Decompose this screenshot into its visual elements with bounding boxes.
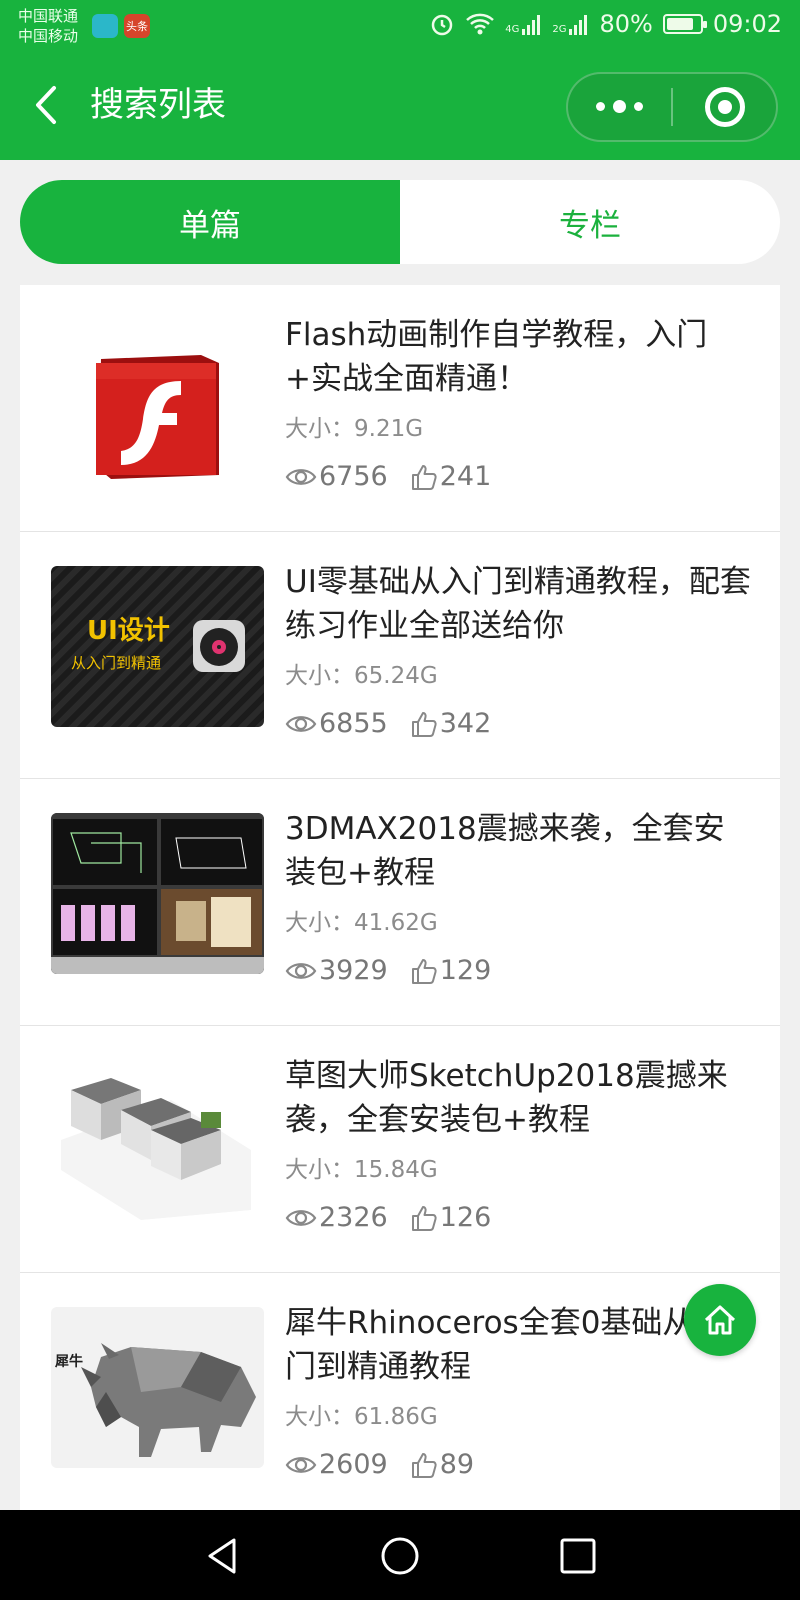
likes-stat[interactable]: 89 <box>410 1449 474 1480</box>
thumbs-up-icon <box>411 1452 437 1478</box>
home-button[interactable] <box>684 1284 756 1356</box>
carrier-1: 中国联通 <box>18 7 79 25</box>
item-stats: 6756 241 <box>285 461 513 492</box>
list-item[interactable]: Flash动画制作自学教程，入门+实战全面精通！ 大小：9.21G 6756 2… <box>20 285 780 532</box>
carrier-2: 中国移动 <box>18 27 79 45</box>
back-triangle-icon[interactable] <box>200 1532 248 1580</box>
thumbs-up-icon <box>411 1205 437 1231</box>
signal-2g-icon: 2G <box>552 13 589 35</box>
3dmax-thumbnail <box>51 813 264 974</box>
ui-design-thumbnail: UI设计 从入门到精通 <box>51 566 264 727</box>
item-stats: 3929 129 <box>285 955 513 986</box>
more-button[interactable] <box>568 74 671 140</box>
thumbs-up-icon <box>411 711 437 737</box>
eye-icon <box>285 1456 317 1473</box>
views-count: 2609 <box>319 1449 388 1480</box>
recents-square-icon[interactable] <box>554 1532 602 1580</box>
thumbs-up-icon <box>411 958 437 984</box>
system-nav-bar <box>0 1510 800 1600</box>
tab-column[interactable]: 专栏 <box>400 180 780 264</box>
rhino-illustration <box>81 1343 256 1457</box>
thumb-text-sub: 从入门到精通 <box>71 654 162 672</box>
battery-percent: 80% <box>599 10 653 38</box>
item-title: Flash动画制作自学教程，入门+实战全面精通！ <box>285 317 708 397</box>
list-item[interactable]: UI设计 从入门到精通 UI零基础从入门到精通教程，配套练习作业全部送给你 大小… <box>20 532 780 779</box>
carrier-info: 中国联通 中国移动 <box>18 6 78 46</box>
tab-single[interactable]: 单篇 <box>20 180 400 264</box>
mini-program-capsule <box>566 72 778 142</box>
likes-count: 89 <box>439 1449 475 1480</box>
views-count: 6855 <box>319 708 388 739</box>
views-count: 6756 <box>319 461 388 492</box>
search-result-list: Flash动画制作自学教程，入门+实战全面精通！ 大小：9.21G 6756 2… <box>20 285 780 1520</box>
home-circle-icon[interactable] <box>376 1532 424 1580</box>
item-size: 大小：15.84G <box>285 1157 438 1183</box>
views-stat: 2609 <box>285 1449 388 1480</box>
likes-count: 129 <box>439 955 492 986</box>
views-stat: 6855 <box>285 708 388 739</box>
eye-icon <box>285 962 317 979</box>
likes-count: 342 <box>439 708 492 739</box>
item-stats: 6855 342 <box>285 708 513 739</box>
shield-icon <box>92 14 118 38</box>
flash-thumbnail <box>51 319 264 480</box>
item-title: 草图大师SketchUp2018震撼来袭，全套安装包+教程 <box>285 1058 728 1138</box>
target-icon <box>704 87 745 127</box>
app-header: 中国联通 中国移动 头条 4G 2G 80% 09:02 搜索列表 <box>0 0 800 160</box>
eye-icon <box>285 468 317 485</box>
nav-bar: 搜索列表 <box>0 60 800 150</box>
notification-icons: 头条 <box>92 14 150 38</box>
signal-4g-icon: 4G <box>505 13 542 35</box>
battery-fill <box>666 18 693 30</box>
item-stats: 2609 89 <box>285 1449 496 1480</box>
views-stat: 3929 <box>285 955 388 986</box>
music-app-icon <box>193 620 245 672</box>
status-bar: 中国联通 中国移动 头条 4G 2G 80% 09:02 <box>0 0 800 52</box>
item-size: 大小：9.21G <box>285 416 424 442</box>
views-count: 3929 <box>319 955 388 986</box>
back-icon[interactable] <box>28 82 68 128</box>
sketchup-thumbnail <box>51 1060 264 1221</box>
news-app-icon: 头条 <box>124 14 150 38</box>
battery-icon <box>662 14 707 34</box>
views-stat: 2326 <box>285 1202 388 1233</box>
thumb-text-main: UI设计 <box>87 616 170 646</box>
home-icon <box>704 1305 736 1335</box>
system-status: 4G 2G 80% 09:02 <box>429 10 782 38</box>
item-size: 大小：61.86G <box>285 1404 438 1430</box>
views-stat: 6756 <box>285 461 388 492</box>
item-size: 大小：65.24G <box>285 663 438 689</box>
list-item[interactable]: 犀牛 犀牛Rhinoceros全套0基础从入门到精通教程 大小：61.86G 2… <box>20 1273 780 1520</box>
page-title: 搜索列表 <box>90 85 226 125</box>
likes-stat[interactable]: 129 <box>410 955 492 986</box>
close-mini-program-button[interactable] <box>673 74 776 140</box>
segmented-tabs: 单篇 专栏 <box>20 180 780 264</box>
item-stats: 2326 126 <box>285 1202 513 1233</box>
likes-count: 241 <box>439 461 492 492</box>
thumbs-up-icon <box>411 464 437 490</box>
alarm-icon <box>431 14 453 36</box>
views-count: 2326 <box>319 1202 388 1233</box>
thumb-text-main: 犀牛 <box>55 1354 83 1370</box>
likes-stat[interactable]: 126 <box>410 1202 492 1233</box>
rhino-thumbnail: 犀牛 <box>51 1307 264 1468</box>
item-size: 大小：41.62G <box>285 910 438 936</box>
eye-icon <box>285 715 317 732</box>
item-title: 3DMAX2018震撼来袭，全套安装包+教程 <box>285 811 725 891</box>
likes-count: 126 <box>439 1202 492 1233</box>
clock: 09:02 <box>712 10 782 38</box>
list-item[interactable]: 3DMAX2018震撼来袭，全套安装包+教程 大小：41.62G 3929 12… <box>20 779 780 1026</box>
likes-stat[interactable]: 342 <box>410 708 492 739</box>
item-title: UI零基础从入门到精通教程，配套练习作业全部送给你 <box>285 564 751 644</box>
more-dots-icon <box>596 99 643 113</box>
likes-stat[interactable]: 241 <box>410 461 492 492</box>
wifi-icon <box>466 13 495 35</box>
list-item[interactable]: 草图大师SketchUp2018震撼来袭，全套安装包+教程 大小：15.84G … <box>20 1026 780 1273</box>
eye-icon <box>285 1209 317 1226</box>
